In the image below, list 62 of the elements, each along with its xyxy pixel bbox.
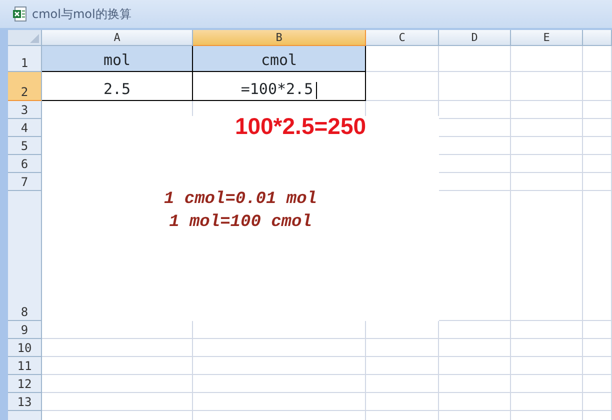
table-cell bbox=[511, 155, 583, 173]
table-cell bbox=[511, 46, 583, 72]
table-cell bbox=[439, 46, 511, 72]
column-header[interactable] bbox=[583, 30, 612, 46]
row-header[interactable]: 5 bbox=[8, 137, 42, 155]
table-cell: 2.5 bbox=[42, 72, 193, 101]
result-text: 100*2.5=250 bbox=[234, 112, 366, 140]
table-cell bbox=[511, 101, 583, 119]
table-cell bbox=[439, 101, 511, 119]
table-cell bbox=[583, 339, 612, 357]
table-cell bbox=[439, 339, 511, 357]
column-header[interactable]: E bbox=[511, 30, 583, 46]
table-cell bbox=[583, 72, 612, 101]
column-header[interactable]: B bbox=[193, 30, 366, 46]
table-cell bbox=[511, 339, 583, 357]
select-all-button[interactable] bbox=[8, 30, 42, 46]
row-header[interactable]: 8 bbox=[8, 191, 42, 321]
table-cell bbox=[583, 46, 612, 72]
table-cell bbox=[439, 357, 511, 375]
table-cell: =100*2.5 bbox=[193, 72, 366, 101]
table-cell bbox=[439, 375, 511, 393]
table-cell: cmol bbox=[193, 46, 366, 72]
table-cell bbox=[583, 173, 612, 191]
row-header[interactable]: 13 bbox=[8, 393, 42, 411]
table-cell bbox=[511, 137, 583, 155]
table-cell bbox=[511, 119, 583, 137]
table-cell bbox=[511, 72, 583, 101]
table-cell: mol bbox=[42, 46, 193, 72]
column-header[interactable]: A bbox=[42, 30, 193, 46]
row-header[interactable]: 12 bbox=[8, 375, 42, 393]
table-cell bbox=[583, 321, 612, 339]
table-cell bbox=[583, 137, 612, 155]
table-cell bbox=[511, 357, 583, 375]
row-header[interactable]: 4 bbox=[8, 119, 42, 137]
spreadsheet-file-icon bbox=[12, 6, 28, 22]
row-header[interactable]: 1 bbox=[8, 46, 42, 72]
table-cell bbox=[583, 375, 612, 393]
table-cell bbox=[583, 393, 612, 411]
row-header[interactable]: 7 bbox=[8, 173, 42, 191]
table-cell bbox=[583, 101, 612, 119]
row-header[interactable]: 3 bbox=[8, 101, 42, 119]
row-header[interactable]: 6 bbox=[8, 155, 42, 173]
table-cell bbox=[583, 155, 612, 173]
table-cell bbox=[439, 72, 511, 101]
table-cell bbox=[511, 375, 583, 393]
table-cell bbox=[439, 393, 511, 411]
row-header[interactable]: 10 bbox=[8, 339, 42, 357]
table-cell bbox=[583, 357, 612, 375]
column-header[interactable]: D bbox=[439, 30, 511, 46]
column-header[interactable]: C bbox=[366, 30, 439, 46]
table-cell bbox=[511, 321, 583, 339]
row-header[interactable]: 2 bbox=[8, 72, 42, 101]
note-line: 1 mol=100 cmol bbox=[169, 212, 312, 234]
table-cell bbox=[439, 321, 511, 339]
row-header[interactable]: 11 bbox=[8, 357, 42, 375]
table-cell bbox=[583, 119, 612, 137]
note-line: 1 cmol=0.01 mol bbox=[164, 189, 318, 211]
window-title: cmol与mol的换算 bbox=[32, 6, 132, 23]
row-header[interactable]: 9 bbox=[8, 321, 42, 339]
table-cell bbox=[511, 173, 583, 191]
table-cell bbox=[511, 393, 583, 411]
corner-triangle-icon bbox=[30, 34, 39, 43]
